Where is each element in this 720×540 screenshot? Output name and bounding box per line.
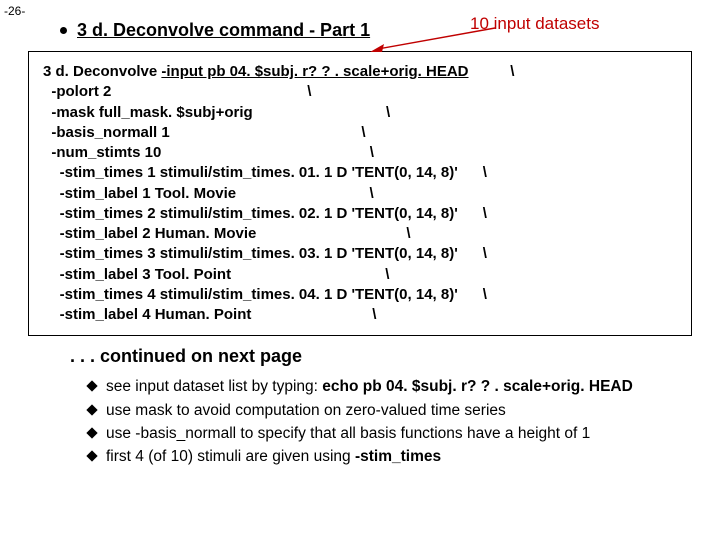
code-line: -stim_times 1 stimuli/stim_times. 01. 1 …: [43, 163, 683, 183]
note-item: first 4 (of 10) stimuli are given using …: [88, 445, 692, 468]
bullet-icon: [60, 27, 67, 34]
code-line: -basis_normall 1 \: [43, 123, 683, 143]
diamond-icon: [86, 404, 97, 415]
note-text: first 4 (of 10) stimuli are given using …: [106, 445, 441, 468]
arrow-icon: [370, 26, 500, 52]
note-item: use mask to avoid computation on zero-va…: [88, 399, 692, 422]
code-line: -num_stimts 10 \: [43, 143, 683, 163]
note-item: see input dataset list by typing: echo p…: [88, 375, 692, 398]
code-line: -stim_label 2 Human. Movie \: [43, 224, 683, 244]
header-row: 3 d. Deconvolve command - Part 1 10 inpu…: [0, 0, 720, 45]
diamond-icon: [86, 427, 97, 438]
code-line: -stim_times 3 stimuli/stim_times. 03. 1 …: [43, 244, 683, 264]
code-line: -stim_label 4 Human. Point \: [43, 305, 683, 325]
code-line: -stim_times 2 stimuli/stim_times. 02. 1 …: [43, 204, 683, 224]
cmd-input-arg: -input pb 04. $subj. r? ? . scale+orig. …: [161, 63, 468, 80]
cmd-cont: \: [469, 63, 515, 80]
code-line: -mask full_mask. $subj+orig \: [43, 103, 683, 123]
code-line: 3 d. Deconvolve -input pb 04. $subj. r? …: [43, 62, 683, 82]
note-text: see input dataset list by typing: echo p…: [106, 375, 633, 398]
notes-list: see input dataset list by typing: echo p…: [0, 369, 720, 468]
code-block: 3 d. Deconvolve -input pb 04. $subj. r? …: [28, 51, 692, 336]
note-item: use -basis_normall to specify that all b…: [88, 422, 692, 445]
code-line: -stim_times 4 stimuli/stim_times. 04. 1 …: [43, 285, 683, 305]
note-text: use mask to avoid computation on zero-va…: [106, 399, 506, 422]
code-line: -polort 2 \: [43, 82, 683, 102]
note-text-part: first 4 (of 10) stimuli are given using: [106, 448, 355, 465]
note-text-bold: echo pb 04. $subj. r? ? . scale+orig. HE…: [322, 378, 633, 395]
slide-heading: 3 d. Deconvolve command - Part 1: [77, 20, 370, 41]
code-line: -stim_label 1 Tool. Movie \: [43, 184, 683, 204]
cmd-name: 3 d. Deconvolve: [43, 63, 161, 80]
note-text-part: see input dataset list by typing:: [106, 378, 322, 395]
continued-text: . . . continued on next page: [0, 340, 720, 369]
diamond-icon: [86, 450, 97, 461]
note-text: use -basis_normall to specify that all b…: [106, 422, 590, 445]
code-line: -stim_label 3 Tool. Point \: [43, 265, 683, 285]
diamond-icon: [86, 381, 97, 392]
note-text-bold: -stim_times: [355, 448, 441, 465]
